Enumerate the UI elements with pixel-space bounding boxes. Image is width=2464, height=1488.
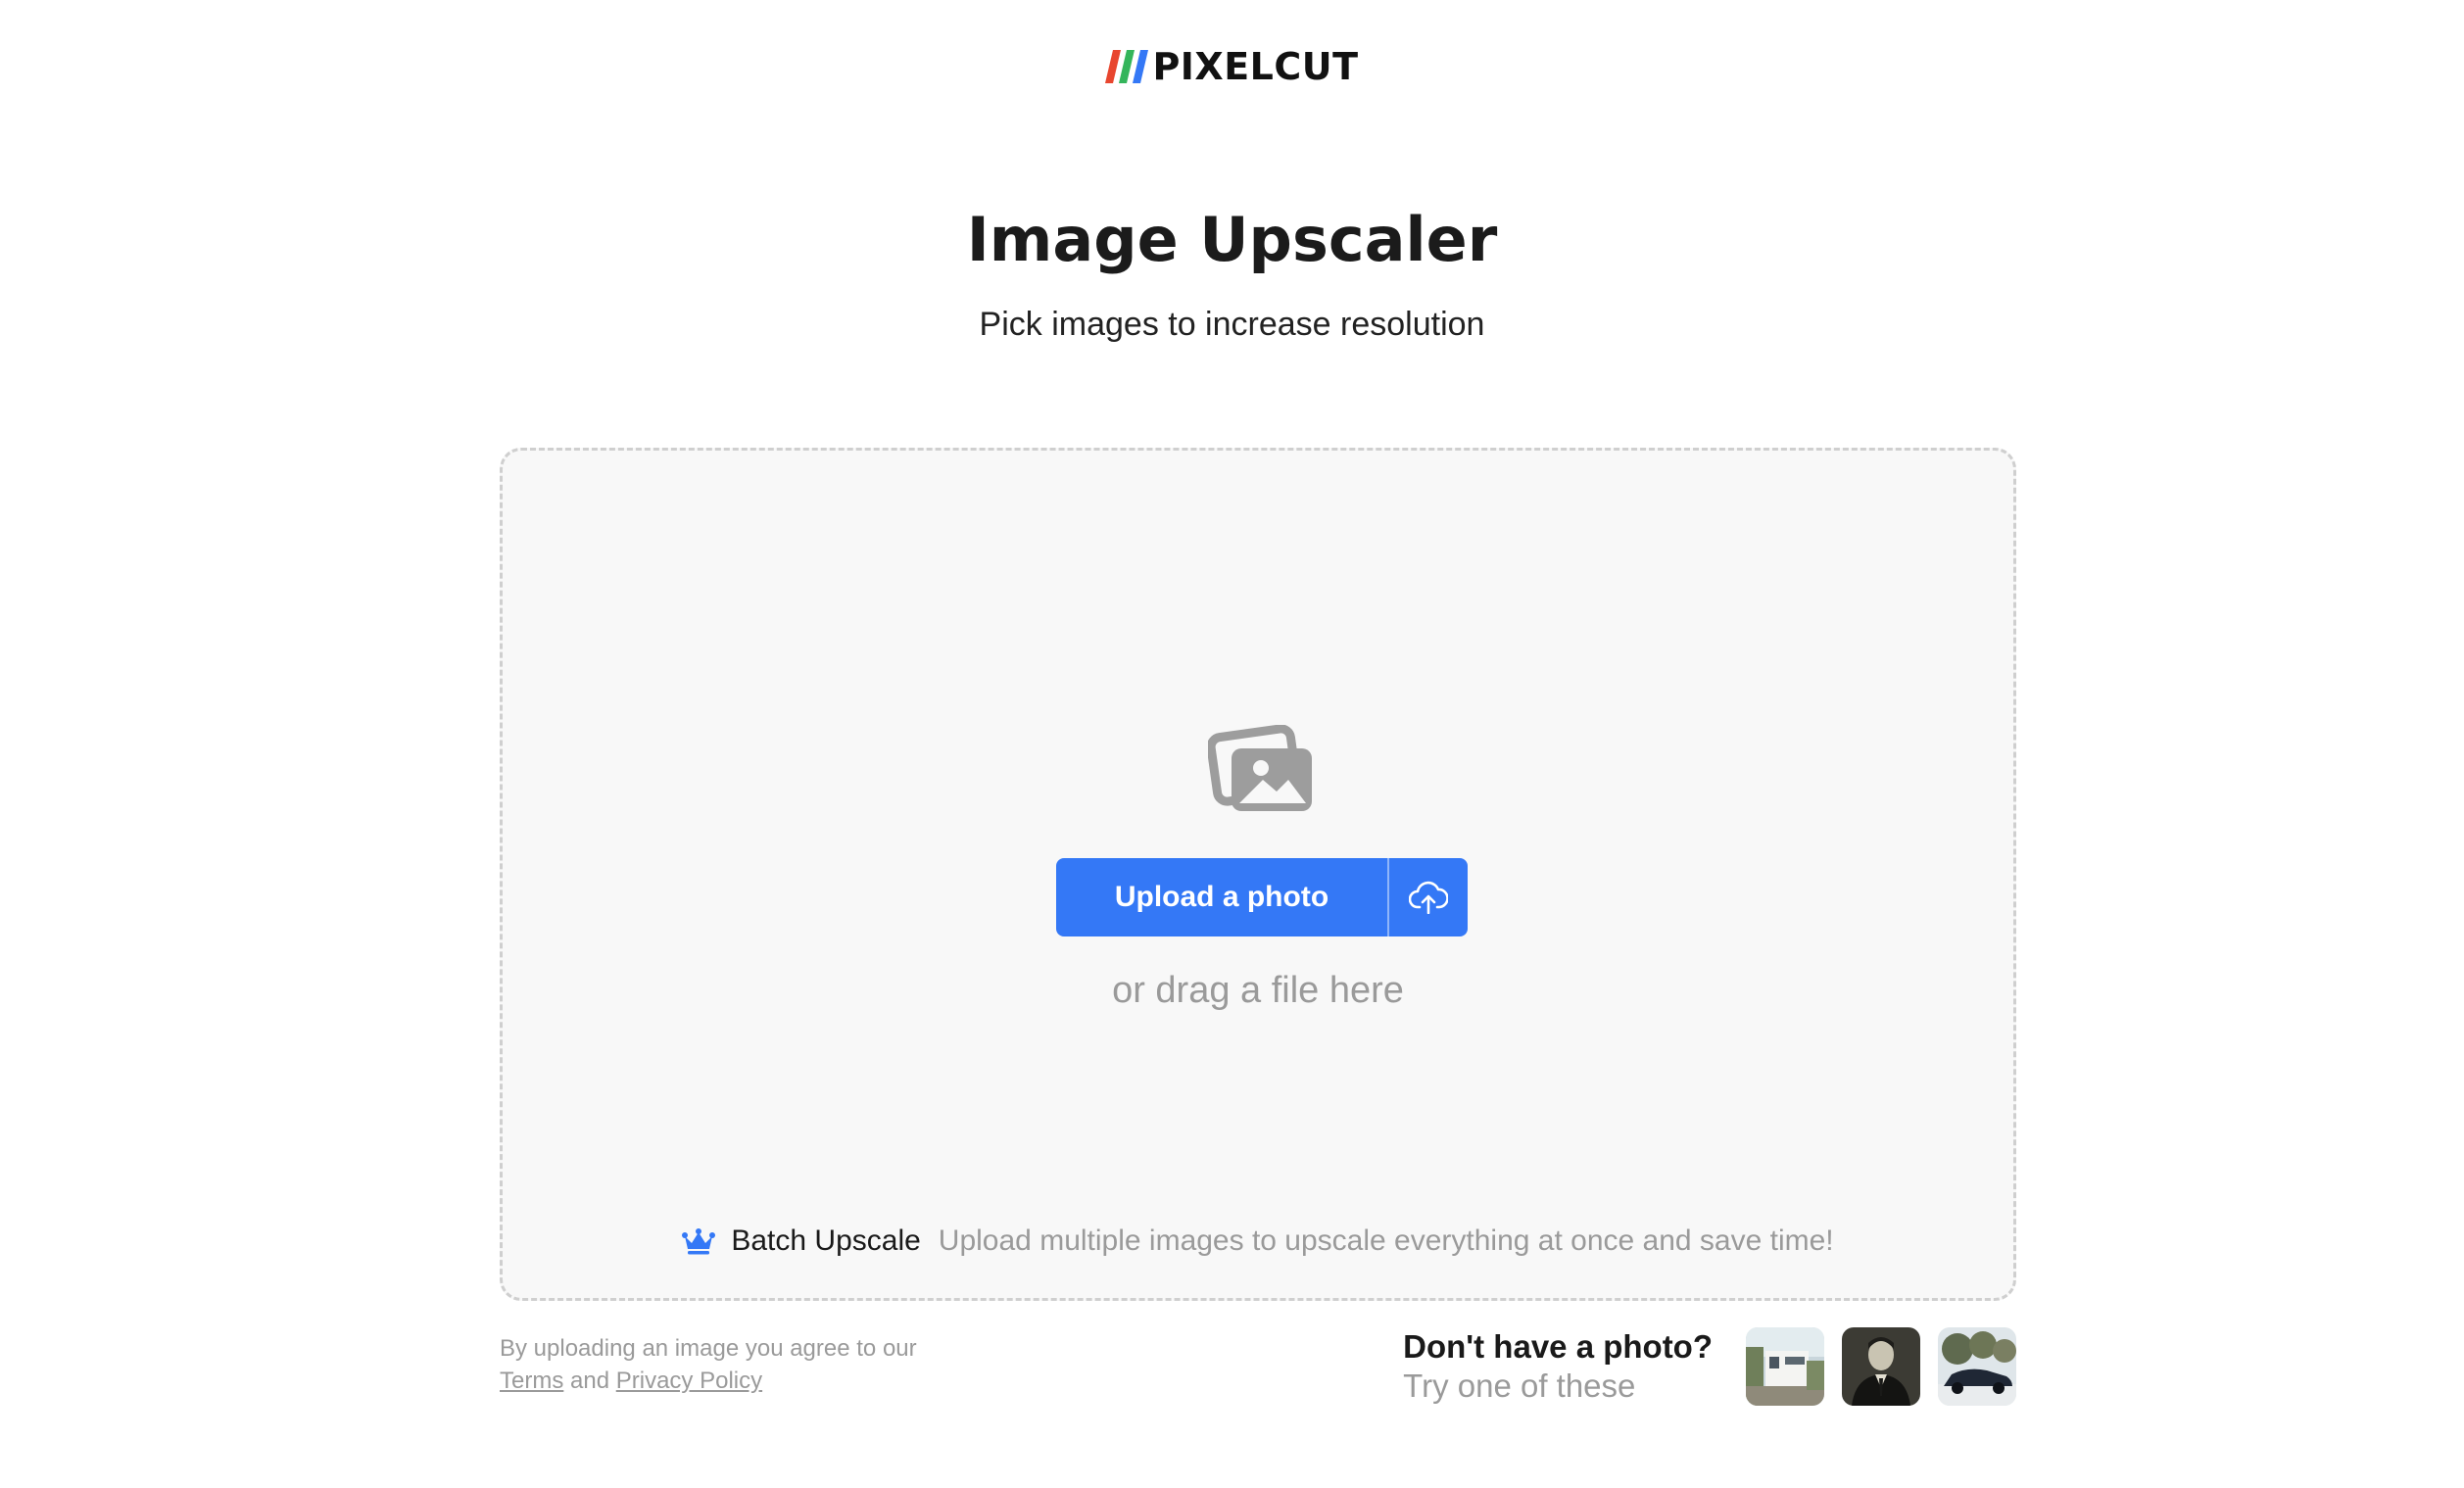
upload-photo-button[interactable]: Upload a photo	[1056, 858, 1387, 936]
drag-file-hint: or drag a file here	[1112, 970, 1404, 1011]
cloud-upload-icon	[1409, 881, 1448, 914]
upload-dropzone[interactable]: Upload a photo or drag a file here Batch…	[500, 448, 2016, 1301]
legal-prefix: By uploading an image you agree to our	[500, 1335, 917, 1362]
sample-photos-text: Don't have a photo? Try one of these	[1403, 1327, 1713, 1406]
image-gallery-icon	[1208, 725, 1312, 811]
legal-notice: By uploading an image you agree to our T…	[500, 1332, 917, 1397]
upload-button-group: Upload a photo	[1056, 858, 1468, 936]
logo-stripes-icon	[1105, 50, 1149, 83]
house-photo-icon	[1746, 1327, 1824, 1406]
cloud-upload-button[interactable]	[1387, 858, 1468, 936]
terms-link[interactable]: Terms	[500, 1368, 563, 1394]
logo-wordmark: PIXELCUT	[1152, 45, 1359, 88]
sample-photos: Don't have a photo? Try one of these	[1403, 1327, 2016, 1406]
page-subtitle: Pick images to increase resolution	[979, 306, 1485, 343]
batch-upscale-description: Upload multiple images to upscale everyt…	[938, 1224, 1834, 1257]
pixelcut-logo[interactable]: PIXELCUT	[0, 45, 2464, 88]
sample-photos-subtitle: Try one of these	[1403, 1368, 1636, 1404]
privacy-policy-link[interactable]: Privacy Policy	[616, 1368, 762, 1394]
sample-photos-title: Don't have a photo?	[1403, 1328, 1713, 1365]
car-photo-icon	[1938, 1327, 2016, 1406]
crown-icon	[682, 1228, 716, 1255]
sample-house-thumbnail[interactable]	[1746, 1327, 1824, 1406]
page-title: Image Upscaler	[966, 204, 1498, 275]
batch-upscale-title: Batch Upscale	[731, 1224, 921, 1257]
page: PIXELCUT Image Upscaler Pick images to i…	[0, 0, 2464, 1488]
legal-and: and	[570, 1368, 610, 1394]
sample-car-thumbnail[interactable]	[1938, 1327, 2016, 1406]
batch-upscale-promo[interactable]: Batch Upscale Upload multiple images to …	[503, 1224, 2013, 1258]
portrait-photo-icon	[1842, 1327, 1920, 1406]
sample-portrait-thumbnail[interactable]	[1842, 1327, 1920, 1406]
